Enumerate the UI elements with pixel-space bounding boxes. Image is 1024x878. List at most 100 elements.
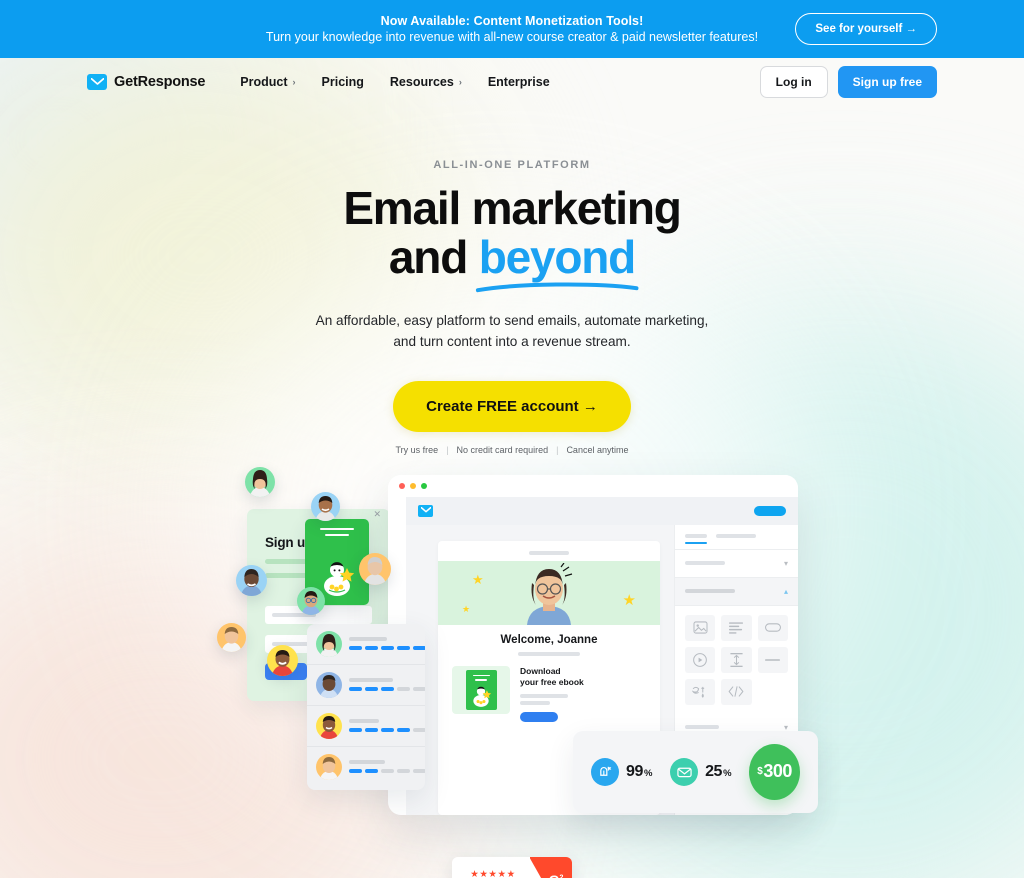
- microcopy-separator: |: [446, 444, 449, 455]
- placeholder-bar: [529, 550, 569, 555]
- nav-item-resources-label: Resources: [389, 75, 454, 89]
- bar-filled: [381, 645, 394, 651]
- nav-item-pricing-label: Pricing: [321, 75, 364, 89]
- bar-filled: [413, 645, 425, 651]
- chevron-down-icon: ▾: [783, 558, 788, 568]
- bar-filled: [365, 645, 378, 651]
- maximize-window-icon: [421, 482, 427, 489]
- login-button[interactable]: Log in: [759, 66, 828, 98]
- brand-logo[interactable]: GetResponse: [87, 74, 205, 90]
- hero-section: ALL-IN-ONE PLATFORM Email marketing and …: [0, 106, 1024, 455]
- headline-line2-prefix: and: [388, 230, 479, 283]
- builder-section-collapsed[interactable]: ▾: [675, 550, 798, 578]
- engagement-bars: [349, 645, 425, 651]
- bar-empty: [413, 727, 425, 733]
- bar-empty: [413, 768, 425, 774]
- avatar: [311, 491, 340, 521]
- avatar: [316, 712, 342, 739]
- star-rating-icon: ★★★★★: [470, 868, 516, 878]
- bar-filled: [365, 686, 378, 692]
- engagement-bars: [349, 727, 425, 733]
- hero-cta-wrap: Create FREE account →: [0, 380, 1024, 432]
- placeholder-bar: [520, 693, 568, 698]
- placeholder-bar: [685, 561, 725, 566]
- hero-subhead: An affordable, easy platform to send ema…: [0, 310, 1024, 352]
- builder-block-grid: [675, 606, 798, 714]
- stat-open-rate-unit: %: [723, 767, 732, 779]
- popup-line: [320, 527, 354, 531]
- underline-swoosh-icon: [475, 281, 639, 292]
- mailbox-icon: [591, 757, 619, 786]
- popup-line: [325, 534, 349, 537]
- html-icon[interactable]: [721, 678, 752, 705]
- microcopy-cancel-anytime: Cancel anytime: [566, 444, 629, 455]
- bar-empty: [381, 768, 394, 774]
- nav-actions: Log in Sign up free: [759, 66, 937, 98]
- create-free-account-button[interactable]: Create FREE account →: [393, 380, 631, 432]
- app-primary-button: [754, 505, 786, 516]
- list-item-meta: [349, 678, 425, 692]
- microcopy-separator: |: [556, 444, 559, 455]
- stat-delivery: 99%: [591, 757, 652, 786]
- text-icon[interactable]: [721, 614, 752, 641]
- app-envelope-icon: [418, 504, 433, 517]
- email-promo-text: Download your free ebook: [520, 666, 584, 722]
- video-icon[interactable]: [685, 646, 716, 673]
- placeholder-bar: [520, 700, 550, 705]
- ebook-cover: [465, 669, 497, 710]
- open-envelope-icon: [670, 757, 699, 786]
- builder-tab-blocks[interactable]: [685, 533, 707, 544]
- app-header: [406, 496, 798, 525]
- email-welcome-title: Welcome, Joanne: [500, 633, 598, 646]
- g2-review-badge[interactable]: ★★★★★ Read our reviews G2: [452, 856, 572, 878]
- star-icon: ★: [622, 591, 636, 609]
- minimize-window-icon: [410, 482, 416, 489]
- nav-item-enterprise[interactable]: Enterprise: [475, 69, 563, 95]
- builder-tabs: [675, 525, 798, 544]
- spacer-icon[interactable]: [721, 646, 752, 673]
- button-icon[interactable]: [757, 614, 788, 641]
- announcement-subline: Turn your knowledge into revenue with al…: [265, 30, 759, 44]
- nav-item-product[interactable]: Product ›: [227, 69, 308, 95]
- list-item: [307, 747, 425, 787]
- stats-card: 99% 25% $300: [573, 730, 818, 813]
- image-icon[interactable]: [685, 614, 716, 641]
- stat-open-rate: 25%: [670, 757, 732, 786]
- engagement-bars: [349, 768, 425, 774]
- bar-empty: [413, 686, 425, 692]
- revenue-amount: 300: [763, 761, 792, 782]
- ebook-thumbnail: [452, 665, 510, 714]
- page-title: Email marketing and beyond: [0, 184, 1024, 292]
- social-icon[interactable]: [685, 678, 716, 705]
- announcement-text: Now Available: Content Monetization Tool…: [266, 13, 758, 46]
- see-for-yourself-button[interactable]: See for yourself →: [795, 13, 937, 45]
- builder-tab-settings[interactable]: [716, 533, 756, 538]
- brand-name: GetResponse: [114, 74, 206, 90]
- bar-filled: [381, 686, 394, 692]
- nav-item-resources[interactable]: Resources ›: [377, 69, 475, 95]
- headline-highlight: beyond: [475, 232, 639, 292]
- avatar: [316, 753, 342, 780]
- contact-name-bar: [349, 719, 379, 723]
- g2-logo-letter: G: [549, 872, 560, 878]
- builder-section-expanded[interactable]: ▴: [675, 577, 798, 606]
- person-photo: [527, 562, 573, 625]
- email-top-row: [438, 541, 660, 561]
- hero-subhead-line1: An affordable, easy platform to send ema…: [315, 312, 709, 328]
- window-titlebar: [388, 474, 798, 497]
- avatar: [297, 586, 325, 615]
- contact-name-bar: [349, 678, 393, 682]
- stat-delivery-value: 99%: [626, 763, 652, 781]
- microcopy-no-credit-card: No credit card required: [456, 444, 549, 455]
- ebook-line: [475, 678, 487, 681]
- signup-free-button[interactable]: Sign up free: [837, 66, 937, 98]
- promo-line1: Download: [520, 665, 561, 676]
- placeholder-bar: [685, 725, 719, 730]
- avatar: [267, 644, 298, 676]
- nav-item-pricing[interactable]: Pricing: [309, 69, 377, 95]
- divider-icon[interactable]: [757, 646, 788, 673]
- list-item-meta: [349, 760, 425, 774]
- envelope-icon: [87, 74, 107, 90]
- promo-line2: your free ebook: [520, 677, 584, 688]
- g2-logo-sup: 2: [559, 873, 564, 878]
